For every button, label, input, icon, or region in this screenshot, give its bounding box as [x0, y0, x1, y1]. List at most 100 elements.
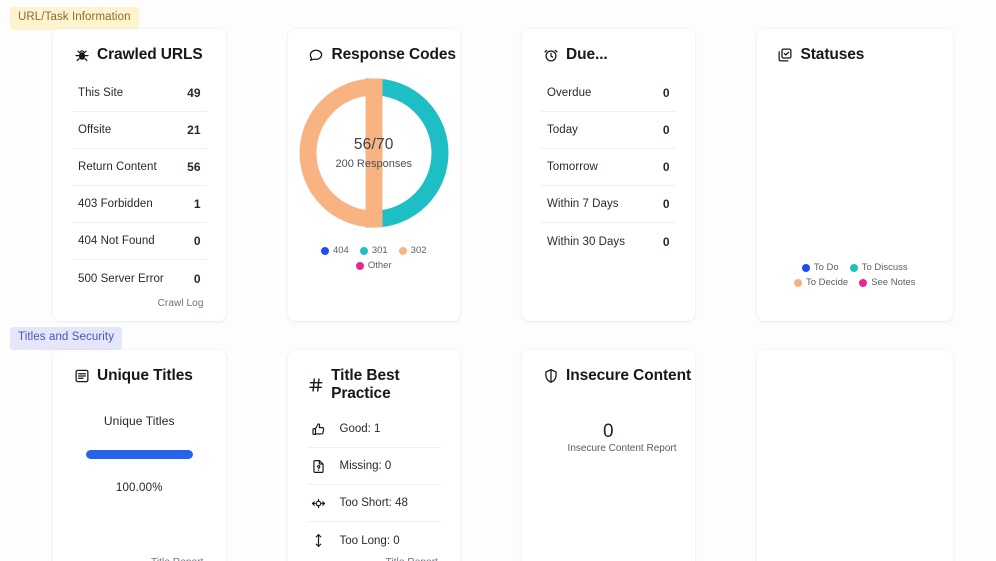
card-title-text: Insecure Content [566, 367, 692, 384]
response-codes-legend: 404 301 302 Other [288, 245, 461, 271]
legend-item-302[interactable]: 302 [398, 245, 427, 256]
table-row: This Site 49 [72, 75, 207, 112]
card-crawled-urls: Crawled URLS This Site 49 Offsite 21 Ret… [53, 29, 226, 321]
cell-insecure-content: Insecure Content 0 Insecure Content Repo… [507, 350, 742, 561]
title-report-link[interactable]: Title Report [385, 557, 438, 561]
table-row: Today 0 [541, 112, 676, 149]
unique-titles-percent: 100.00% [115, 482, 163, 494]
row-value: 49 [187, 86, 201, 100]
list-item: Missing: 0 [306, 448, 441, 485]
section-badge-titles-security: Titles and Security [10, 327, 123, 350]
shield-icon [542, 368, 559, 385]
card-title-text: Response Codes [331, 46, 456, 63]
insecure-content-count: 0 [602, 421, 614, 442]
table-row: Offsite 21 [72, 112, 207, 149]
table-row: Tomorrow 0 [541, 149, 676, 186]
legend-dot [355, 261, 364, 270]
legend-label: To Discuss [861, 262, 908, 273]
list-item-label: Too Short: 48 [339, 497, 408, 509]
legend-dot [320, 246, 329, 255]
row-label: Within 30 Days [547, 235, 626, 248]
section-header-url-task: URL/Task Information [0, 0, 996, 30]
due-list: Overdue 0 Today 0 Tomorrow 0 Within 7 Da… [522, 64, 695, 260]
row-value: 0 [193, 271, 201, 286]
speech-bubble-icon [308, 47, 325, 64]
arrows-horizontal-icon [311, 495, 327, 511]
bug-icon [73, 47, 90, 64]
row-url-task-information: Crawled URLS This Site 49 Offsite 21 Ret… [0, 29, 996, 321]
row-label: Offsite [78, 124, 112, 136]
row-label: Today [547, 124, 578, 136]
file-missing-icon [311, 458, 327, 474]
unique-titles-chart-label: Unique Titles [103, 414, 175, 428]
row-label: Overdue [547, 87, 592, 99]
row-value: 21 [187, 123, 201, 137]
row-label: Return Content [78, 161, 157, 173]
legend-item-other[interactable]: Other [355, 260, 392, 271]
thumbs-up-icon [311, 421, 327, 437]
table-row: 404 Not Found 0 [72, 223, 207, 260]
statuses-legend: To Do To Discuss To Decide See Notes [760, 262, 950, 288]
legend-label: 404 [332, 245, 349, 256]
card-title-title-best-practice: Title Best Practice [288, 350, 461, 403]
row-value: 0 [662, 160, 670, 174]
legend-dot [398, 246, 407, 255]
checkbox-stack-icon [777, 47, 794, 64]
card-title-text: Statuses [800, 46, 865, 63]
row-value: 0 [662, 234, 670, 249]
card-title-text: Due... [566, 46, 608, 63]
row-value: 0 [662, 86, 670, 100]
donut-slice-302 [299, 78, 383, 228]
section-header-titles-security: Titles and Security [0, 321, 996, 350]
legend-label: 301 [371, 245, 388, 256]
card-title-statuses: Statuses [757, 29, 954, 64]
unique-titles-chart: Unique Titles 100.00% [53, 385, 226, 494]
title-best-practice-list: Good: 1 Missing: 0 Too Short: 48 Too Lon… [288, 403, 461, 559]
legend-dot [859, 278, 868, 287]
cell-empty [756, 350, 995, 561]
legend-dot [359, 246, 368, 255]
unique-titles-progress-fill [85, 450, 193, 459]
row-value: 0 [193, 234, 201, 248]
list-item: Too Long: 0 [307, 522, 442, 559]
card-statuses: Statuses To Do To Discuss To Decide See … [756, 29, 954, 321]
card-insecure-content: Insecure Content 0 Insecure Content Repo… [522, 350, 695, 561]
row-titles-and-security: Unique Titles Unique Titles 100.00% Titl… [0, 350, 996, 561]
legend-dot [793, 278, 802, 287]
cell-statuses: Statuses To Do To Discuss To Decide See … [756, 29, 995, 321]
legend-item-to-discuss[interactable]: To Discuss [849, 262, 908, 273]
card-title-best-practice: Title Best Practice Good: 1 Missing: 0 T… [287, 350, 461, 561]
legend-label: See Notes [871, 277, 916, 288]
row-value: 0 [662, 123, 670, 137]
cell-response-codes: Response Codes 56/70 200 Responses 404 3… [255, 29, 490, 321]
row-label: 403 Forbidden [78, 198, 153, 210]
table-row: 500 Server Error 0 [72, 260, 207, 297]
table-row: Overdue 0 [541, 75, 676, 112]
card-due: Due... Overdue 0 Today 0 Tomorrow 0 With… [522, 29, 695, 321]
donut-slice-301 [365, 78, 449, 228]
cell-due: Due... Overdue 0 Today 0 Tomorrow 0 With… [507, 29, 742, 321]
row-value: 56 [187, 160, 201, 174]
row-label: Tomorrow [547, 161, 598, 173]
legend-item-404[interactable]: 404 [320, 245, 349, 256]
insecure-content-report-link[interactable]: Insecure Content Report [568, 443, 677, 454]
row-label: Within 7 Days [547, 198, 619, 210]
section-badge-url-task: URL/Task Information [10, 7, 139, 30]
card-empty-placeholder [756, 350, 953, 561]
alarm-clock-icon [542, 47, 559, 64]
card-title-text: Title Best Practice [331, 367, 400, 402]
legend-item-301[interactable]: 301 [359, 245, 388, 256]
legend-item-to-decide[interactable]: To Decide [793, 277, 848, 288]
crawl-log-link[interactable]: Crawl Log [158, 298, 204, 309]
legend-item-see-notes[interactable]: See Notes [859, 277, 916, 288]
title-report-link[interactable]: Title Report [151, 557, 204, 561]
legend-item-to-do[interactable]: To Do [801, 262, 839, 273]
donut: 56/70 200 Responses [295, 74, 453, 232]
response-codes-donut-chart: 56/70 200 Responses [288, 74, 461, 232]
row-label: This Site [78, 87, 124, 99]
card-unique-titles: Unique Titles Unique Titles 100.00% Titl… [53, 350, 226, 561]
legend-label: Other [367, 260, 392, 271]
card-title-unique-titles: Unique Titles [53, 350, 226, 385]
legend-dot [801, 263, 810, 272]
card-title-response-codes: Response Codes [288, 29, 461, 64]
